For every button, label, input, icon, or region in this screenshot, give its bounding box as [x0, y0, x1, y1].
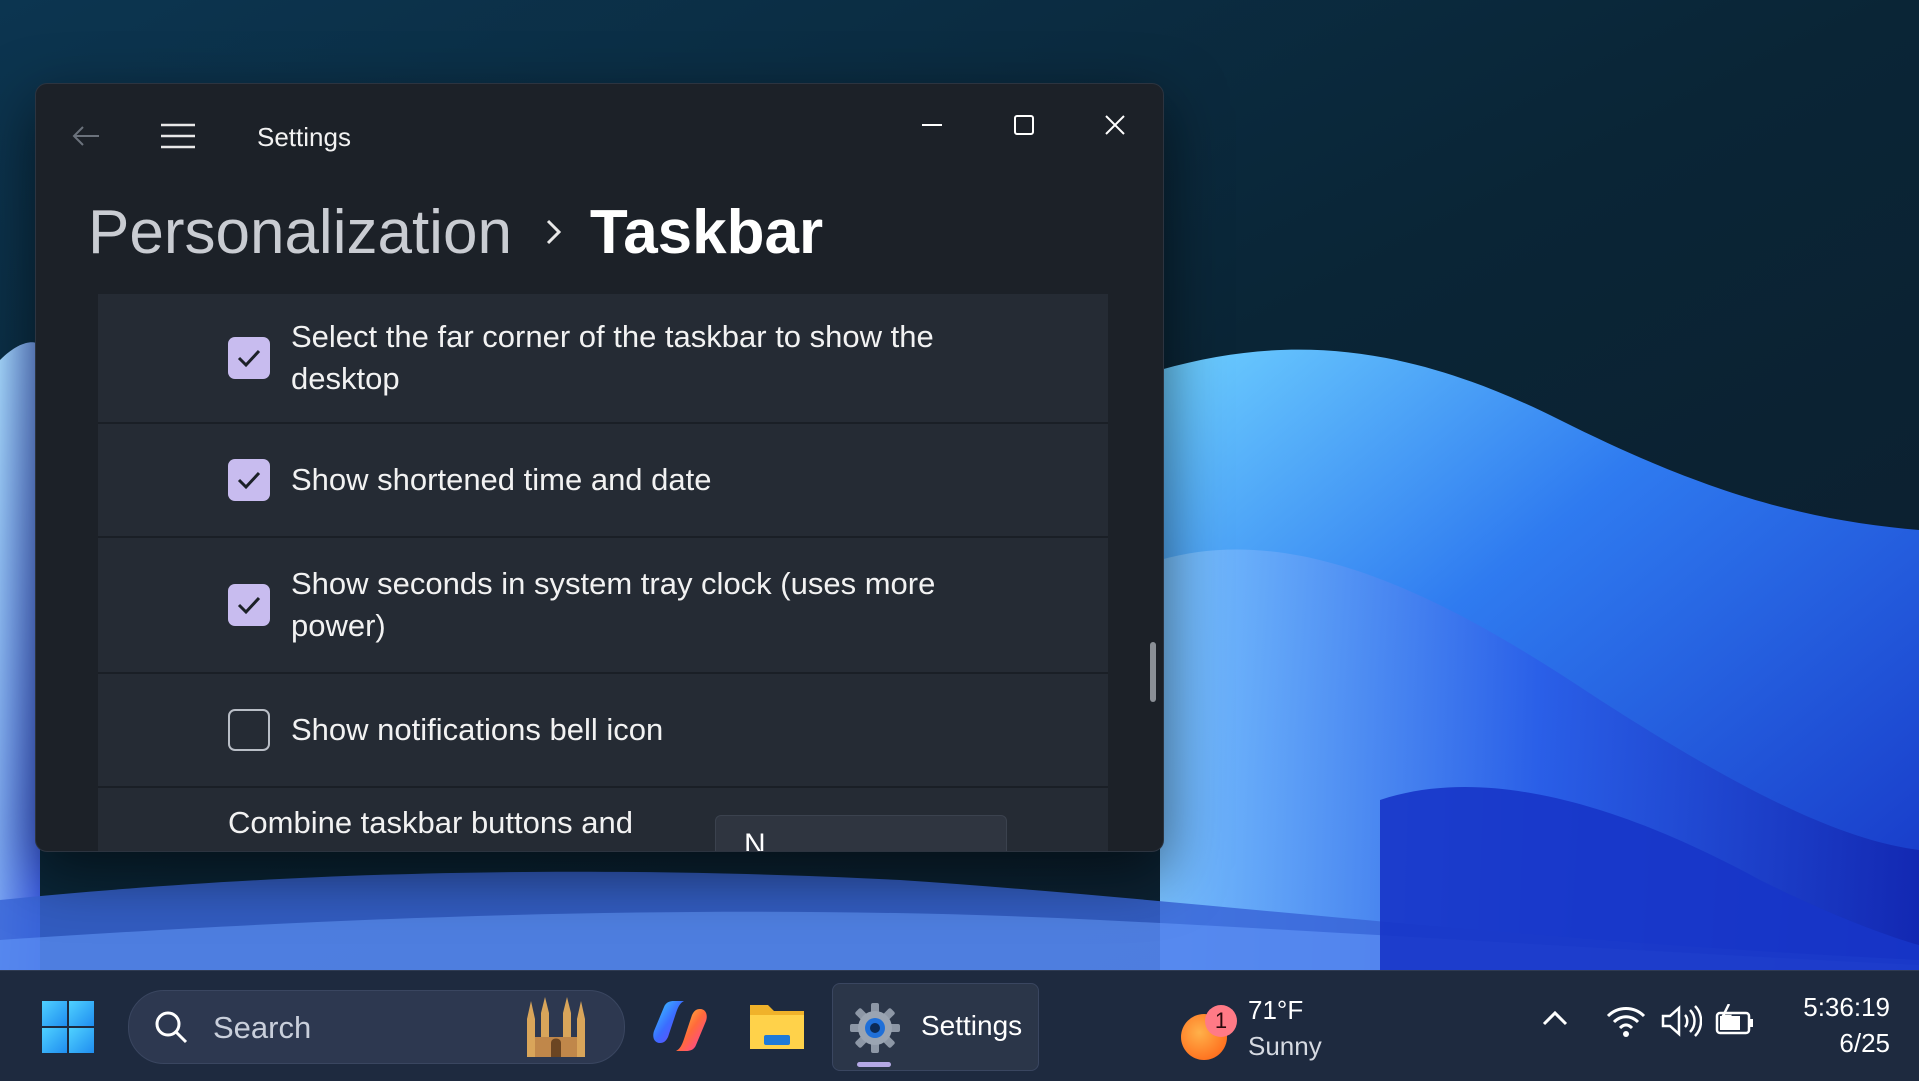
close-icon	[1105, 115, 1125, 135]
clock-time: 5:36:19	[1803, 992, 1890, 1022]
app-title: Settings	[257, 122, 351, 152]
taskbar: Search Settings 1 71°F Sunny 5:36:19 6/2…	[0, 970, 1919, 1081]
taskbar-search[interactable]: Search	[128, 990, 625, 1064]
checkmark-icon	[237, 471, 261, 490]
combine-buttons-label: Combine taskbar buttons and	[228, 805, 633, 840]
breadcrumb-personalization[interactable]: Personalization	[88, 197, 512, 268]
close-button[interactable]	[1085, 100, 1145, 150]
setting-row-combine-buttons: Combine taskbar buttons and N	[98, 788, 1108, 851]
back-arrow-icon	[72, 126, 99, 146]
folder-icon	[750, 1005, 804, 1049]
navigation-menu-button[interactable]	[158, 116, 198, 156]
settings-taskbar-button[interactable]: Settings	[832, 983, 1039, 1071]
weather-condition: Sunny	[1248, 1031, 1322, 1061]
back-button[interactable]	[66, 116, 106, 156]
scrollbar-thumb[interactable]	[1150, 642, 1156, 702]
setting-label: Show notifications bell icon	[291, 712, 664, 747]
weather-widget[interactable]: 1 71°F Sunny	[1178, 991, 1338, 1065]
settings-taskbar-label: Settings	[921, 1010, 1023, 1041]
setting-row-shortened-time[interactable]: Show shortened time and date	[98, 424, 1108, 538]
show-desktop-checkbox[interactable]	[228, 337, 270, 379]
checkmark-icon	[237, 596, 261, 615]
settings-list: Select the far corner of the taskbar to …	[98, 294, 1108, 851]
search-placeholder: Search	[213, 1010, 312, 1045]
combine-buttons-dropdown[interactable]: N	[715, 815, 1007, 851]
hamburger-icon	[161, 123, 195, 149]
setting-row-seconds[interactable]: Show seconds in system tray clock (uses …	[98, 538, 1108, 674]
chevron-right-icon	[544, 217, 564, 247]
breadcrumb: Personalization Taskbar	[88, 192, 823, 272]
maximize-icon	[1014, 115, 1034, 135]
title-bar: Settings	[36, 84, 1163, 164]
checkmark-icon	[237, 349, 261, 368]
settings-window: Settings Personalization Taskbar Select …	[35, 83, 1164, 852]
setting-row-show-desktop[interactable]: Select the far corner of the taskbar to …	[98, 294, 1108, 424]
setting-row-notification-bell[interactable]: Show notifications bell icon	[98, 674, 1108, 788]
notification-bell-checkbox[interactable]	[228, 709, 270, 751]
wifi-icon[interactable]	[1606, 1004, 1646, 1043]
chevron-up-icon[interactable]	[1540, 1004, 1570, 1039]
minimize-button[interactable]	[902, 100, 962, 150]
dropdown-value: N	[744, 828, 766, 851]
setting-label: Show seconds in system tray clock (uses …	[291, 566, 936, 643]
weather-temperature: 71°F	[1248, 995, 1304, 1025]
show-seconds-checkbox[interactable]	[228, 584, 270, 626]
search-highlight-cathedral-icon	[521, 997, 591, 1064]
settings-gear-icon	[849, 1002, 901, 1059]
shortened-time-checkbox[interactable]	[228, 459, 270, 501]
weather-badge: 1	[1205, 1005, 1237, 1037]
battery-charging-icon[interactable]	[1715, 1003, 1755, 1043]
copilot-icon	[653, 1001, 707, 1051]
minimize-icon	[922, 124, 942, 126]
copilot-app-button[interactable]	[650, 985, 712, 1067]
setting-label: Show shortened time and date	[291, 462, 712, 497]
clock-date: 6/25	[1839, 1028, 1890, 1058]
windows-logo-icon	[42, 1001, 94, 1053]
start-button[interactable]	[40, 999, 102, 1061]
active-app-indicator	[857, 1062, 891, 1067]
volume-icon[interactable]	[1660, 1004, 1703, 1043]
search-icon	[153, 1009, 189, 1050]
file-explorer-button[interactable]	[748, 985, 808, 1067]
maximize-button[interactable]	[994, 100, 1054, 150]
page-title: Taskbar	[589, 197, 824, 267]
setting-label: Select the far corner of the taskbar to …	[291, 319, 934, 396]
system-clock[interactable]: 5:36:19 6/25	[1770, 989, 1890, 1061]
